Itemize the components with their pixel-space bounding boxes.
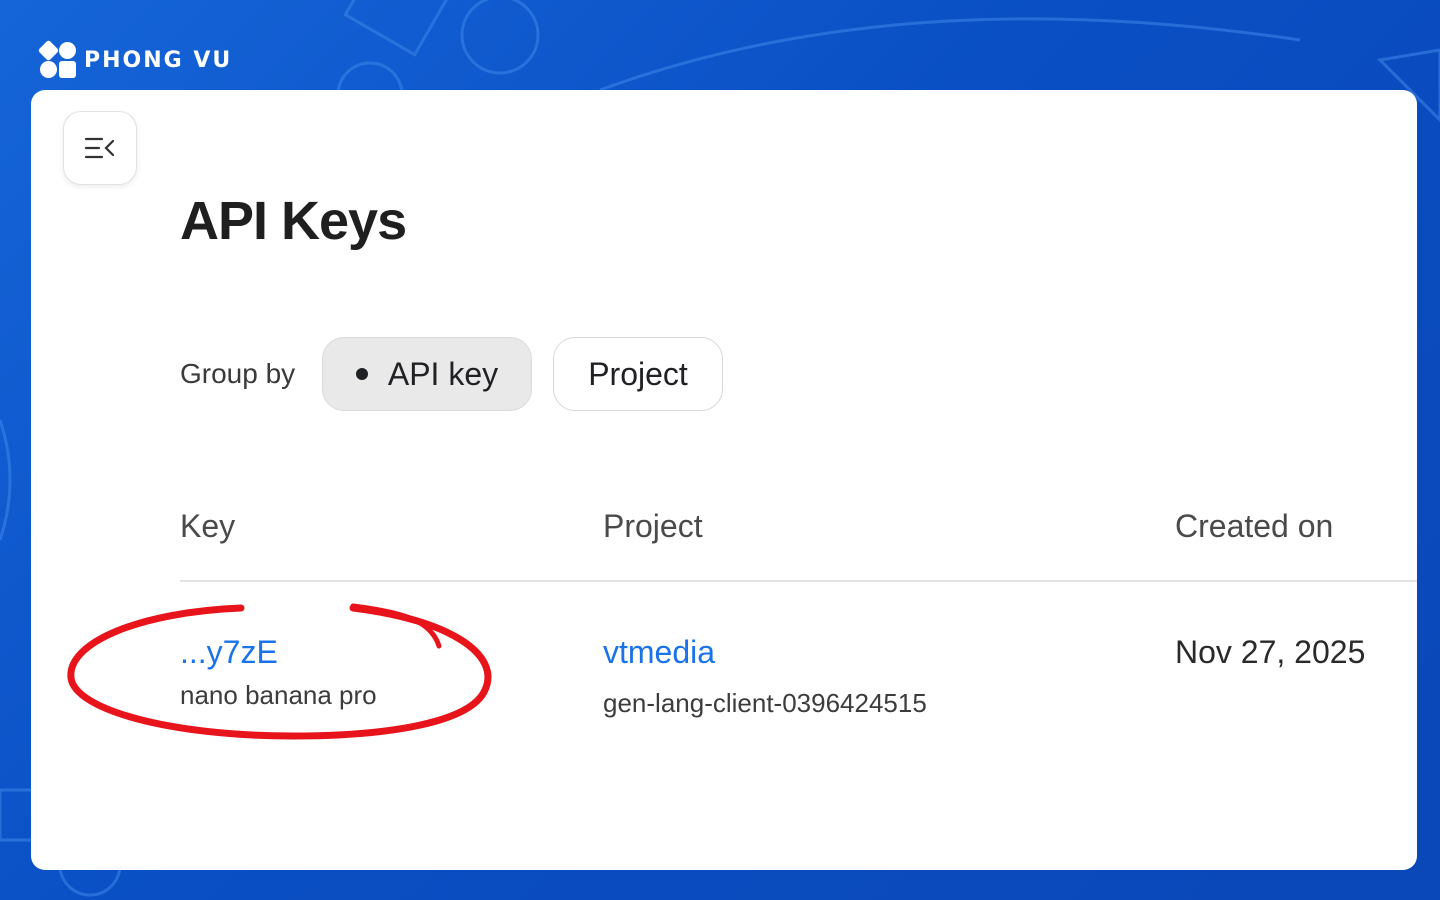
group-by-api-key-label: API key (387, 355, 499, 392)
brand-name: PHONG VU (84, 47, 233, 73)
column-header-project[interactable]: Project (603, 508, 703, 545)
project-link[interactable]: vtmedia (603, 634, 715, 671)
api-key-link[interactable]: ...y7zE (180, 634, 278, 671)
api-key-name: nano banana pro (180, 680, 377, 710)
created-on-date: Nov 27, 2025 (1175, 634, 1366, 670)
project-id: gen-lang-client-0396424515 (603, 688, 927, 718)
group-by-label: Group by (180, 358, 296, 389)
phongvu-logo-icon (37, 39, 78, 80)
menu-collapse-icon (84, 137, 115, 159)
column-header-key[interactable]: Key (180, 508, 235, 545)
brand-logo: PHONG VU (37, 39, 233, 80)
group-by-api-key-chip[interactable]: API key (322, 337, 532, 411)
menu-toggle-button[interactable] (63, 111, 137, 185)
column-header-created-on[interactable]: Created on (1175, 508, 1333, 545)
selected-dot-icon (355, 368, 368, 380)
group-by-project-label: Project (588, 355, 688, 392)
group-by-project-chip[interactable]: Project (553, 337, 723, 411)
api-keys-panel: API Keys Group by API key Project Key Pr… (31, 90, 1417, 870)
page-title: API Keys (180, 191, 407, 251)
table-header-divider (180, 580, 1417, 582)
